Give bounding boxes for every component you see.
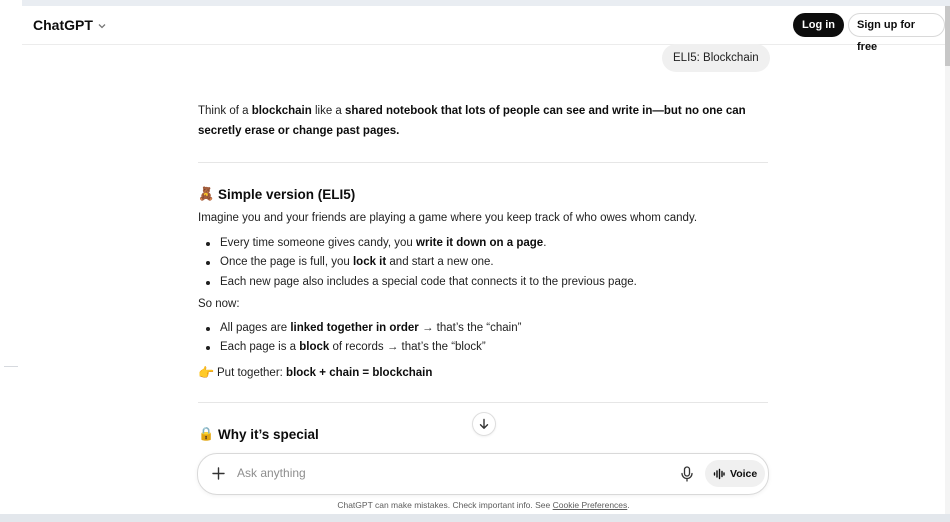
divider [198, 162, 768, 163]
list-item-text: . [543, 237, 547, 249]
prompt-input[interactable]: Ask anything [237, 466, 306, 480]
chat-page: ChatGPT Log in Sign up for free ELI5: Bl… [22, 6, 945, 514]
list-item-bold: write it down on a page [416, 237, 544, 249]
list-item-text: All pages are [220, 322, 291, 334]
model-switcher[interactable]: ChatGPT [33, 17, 107, 33]
section-heading-why: 🔒 Why it’s special [198, 426, 319, 442]
list-item-bold: block [299, 341, 330, 354]
bullet-list-2: All pages are linked together in order →… [198, 319, 780, 358]
add-attachment-button[interactable] [210, 465, 226, 481]
list-item-text: Once the page is full, you [220, 256, 353, 269]
list-item-text: of records → that’s the “block” [329, 341, 486, 354]
voice-waveform-icon [713, 468, 725, 479]
disclaimer-text: ChatGPT can make mistakes. Check importa… [337, 500, 553, 510]
window-bottom-edge [0, 514, 950, 522]
intro-text-2: like a [311, 105, 346, 117]
scrollbar[interactable] [945, 6, 950, 514]
teddy-bear-icon: 🧸 [198, 186, 215, 201]
list-item-text: Each new page also includes a special co… [220, 275, 637, 288]
pointing-hand-icon: 👉 [198, 365, 215, 380]
list-item-text: and start a new one. [386, 256, 494, 269]
disclaimer-end: . [627, 500, 630, 510]
voice-label: Voice [730, 467, 758, 480]
section-title: Simple version (ELI5) [218, 186, 356, 202]
intro-paragraph: Think of a blockchain like a shared note… [198, 102, 770, 141]
brand-label: ChatGPT [33, 17, 93, 33]
list-item: All pages are linked together in order →… [206, 319, 780, 338]
disclaimer: ChatGPT can make mistakes. Check importa… [22, 500, 945, 510]
scrollbar-thumb[interactable] [945, 6, 950, 66]
summary-line: 👉 Put together: block + chain = blockcha… [198, 365, 432, 381]
list-item: Every time someone gives candy, you writ… [206, 234, 780, 253]
section-title: Why it’s special [218, 426, 319, 442]
list-item-text: → that’s the “chain” [418, 322, 522, 334]
summary-bold: block + chain = blockchain [286, 367, 433, 379]
arrow-down-icon [479, 418, 489, 429]
so-now-text: So now: [198, 298, 240, 310]
section-heading-eli5: 🧸 Simple version (ELI5) [198, 186, 355, 202]
composer: Ask anything Voice [197, 453, 769, 495]
list-item: Each new page also includes a special co… [206, 273, 780, 292]
left-edge [0, 0, 22, 522]
list-item-text: Each page is a [220, 341, 300, 354]
assistant-intro: Think of a blockchain like a shared note… [198, 102, 770, 141]
section-lead: Imagine you and your friends are playing… [198, 212, 698, 224]
scroll-to-bottom-button[interactable] [472, 412, 496, 436]
list-item: Each page is a block of records → that’s… [206, 338, 780, 357]
summary-text: Put together: [217, 367, 287, 379]
dictate-button[interactable] [678, 465, 696, 483]
top-bar: ChatGPT Log in Sign up for free [22, 6, 945, 53]
voice-mode-button[interactable]: Voice [705, 460, 766, 487]
list-item-bold: linked together in order [290, 322, 419, 334]
cookie-preferences-link[interactable]: Cookie Preferences [553, 500, 628, 510]
chevron-down-icon [98, 23, 106, 28]
microphone-icon [681, 466, 693, 482]
login-button[interactable]: Log in [793, 13, 844, 37]
lock-icon: 🔒 [198, 426, 215, 441]
list-item-bold: lock it [352, 256, 387, 269]
intro-bold-term: blockchain [251, 105, 312, 117]
intro-text: Think of a [198, 105, 252, 117]
left-edge-divider [4, 366, 18, 367]
bullet-list-1: Every time someone gives candy, you writ… [198, 234, 780, 292]
plus-icon [211, 466, 225, 480]
list-item: Once the page is full, you lock it and s… [206, 253, 780, 272]
signup-button[interactable]: Sign up for free [848, 13, 945, 53]
user-message: ELI5: Blockchain [662, 44, 770, 72]
list-item-text: Every time someone gives candy, you [220, 237, 417, 249]
divider [198, 402, 768, 403]
